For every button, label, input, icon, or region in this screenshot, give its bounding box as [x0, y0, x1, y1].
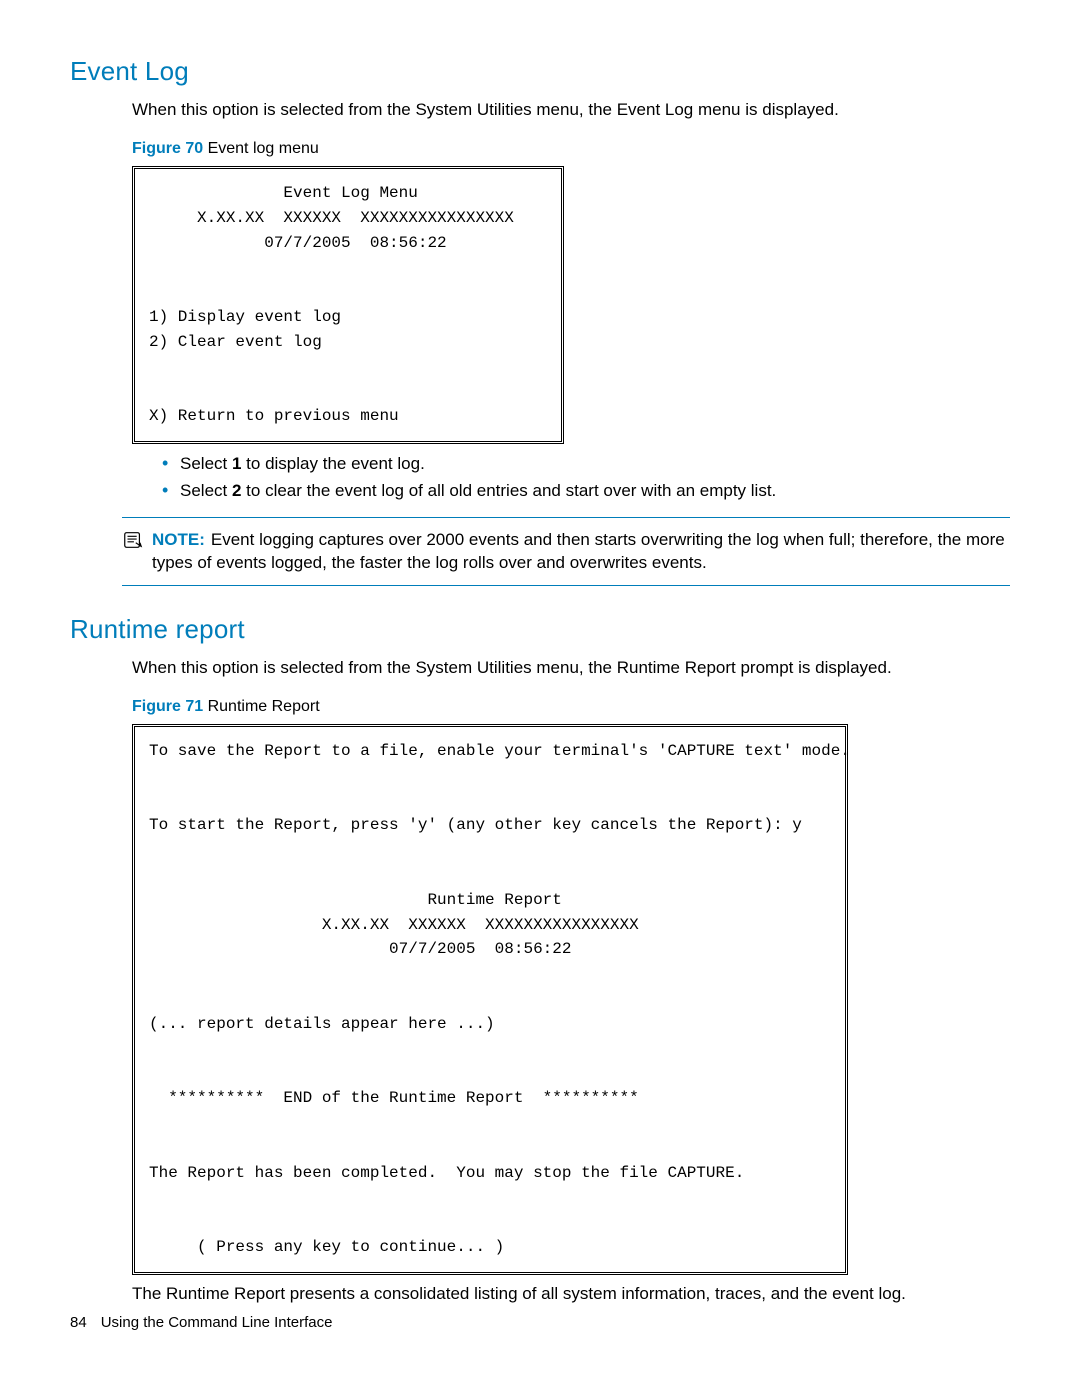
- figure70-label: Figure 70 Event log menu: [132, 140, 1010, 158]
- bullet-text: Select: [180, 481, 232, 500]
- event-log-body: When this option is selected from the Sy…: [132, 99, 1010, 503]
- bullet-select-2: Select 2 to clear the event log of all o…: [162, 479, 1010, 503]
- page-number: 84: [70, 1314, 87, 1331]
- figure70-number: Figure 70: [132, 140, 203, 157]
- runtime-closing: The Runtime Report presents a consolidat…: [132, 1283, 1010, 1306]
- event-log-intro: When this option is selected from the Sy…: [132, 99, 1010, 122]
- page-footer: 84 Using the Command Line Interface: [70, 1314, 332, 1331]
- note-body: NOTE:Event logging captures over 2000 ev…: [122, 518, 1010, 586]
- figure71-label: Figure 71 Runtime Report: [132, 698, 1010, 716]
- document-page: Event Log When this option is selected f…: [0, 0, 1080, 1397]
- bullet-select-1: Select 1 to display the event log.: [162, 452, 1010, 476]
- note-bottom-rule: [122, 585, 1010, 586]
- footer-section-title: Using the Command Line Interface: [101, 1314, 333, 1331]
- bullet-text: Select: [180, 454, 232, 473]
- bullet-text: to display the event log.: [241, 454, 424, 473]
- runtime-body: When this option is selected from the Sy…: [132, 657, 1010, 1306]
- event-log-bullets: Select 1 to display the event log. Selec…: [162, 452, 1010, 503]
- note-label: NOTE:: [152, 530, 205, 549]
- figure70-screen: Event Log Menu X.XX.XX XXXXXX XXXXXXXXXX…: [132, 166, 564, 444]
- figure70-caption: Event log menu: [203, 140, 319, 157]
- note-block: NOTE:Event logging captures over 2000 ev…: [122, 517, 1010, 587]
- note-text-wrap: NOTE:Event logging captures over 2000 ev…: [152, 528, 1010, 576]
- bullet-text: to clear the event log of all old entrie…: [241, 481, 776, 500]
- heading-event-log: Event Log: [70, 56, 1010, 87]
- note-icon: [122, 529, 144, 551]
- note-text: Event logging captures over 2000 events …: [152, 530, 1005, 573]
- runtime-intro: When this option is selected from the Sy…: [132, 657, 1010, 680]
- figure71-caption: Runtime Report: [203, 698, 320, 715]
- heading-runtime-report: Runtime report: [70, 614, 1010, 645]
- figure71-number: Figure 71: [132, 698, 203, 715]
- figure71-screen: To save the Report to a file, enable you…: [132, 724, 848, 1275]
